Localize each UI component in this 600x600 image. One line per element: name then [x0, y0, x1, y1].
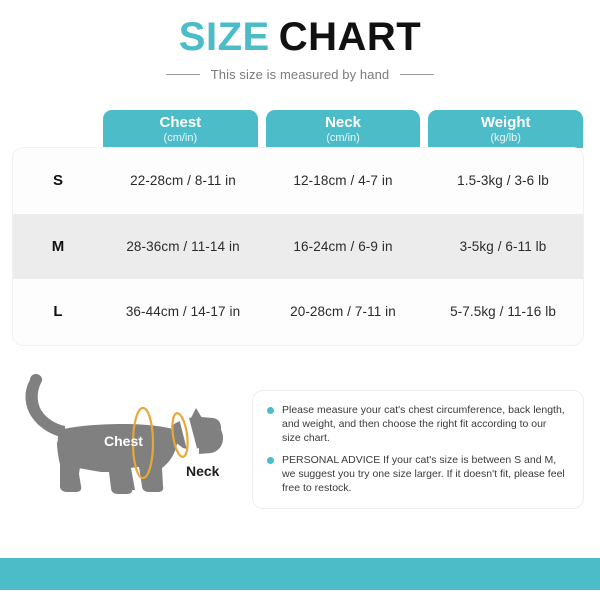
- bullet-dot-icon: [267, 457, 274, 464]
- subtitle-row: This size is measured by hand: [0, 67, 600, 82]
- row-weight-value: 3-5kg / 6-11 lb: [459, 238, 547, 254]
- row-weight-value: 1.5-3kg / 3-6 lb: [457, 173, 549, 189]
- column-header-neck-title: Neck: [325, 114, 361, 131]
- table-row: S 22-28cm / 8-11 in 12-18cm / 4-7 in 1.5…: [13, 148, 583, 214]
- page-header: SIZE CHART This size is measured by hand: [0, 14, 600, 82]
- dash-left-icon: [165, 74, 200, 75]
- note-item: Please measure your cat's chest circumfe…: [267, 403, 567, 445]
- row-chest-value: 36-44cm / 14-17 in: [125, 304, 241, 320]
- page-title: SIZE CHART: [0, 14, 600, 60]
- bottom-accent-bar: [0, 558, 600, 590]
- page-subtitle: This size is measured by hand: [210, 67, 390, 82]
- column-header-neck: Neck (cm/in): [265, 110, 421, 148]
- dash-right-icon: [400, 74, 435, 75]
- table-row: L 36-44cm / 14-17 in 20-28cm / 7-11 in 5…: [13, 279, 583, 345]
- column-header-weight-title: Weight: [480, 114, 531, 131]
- column-header-weight: Weight (kg/lb): [428, 110, 584, 148]
- note-text: PERSONAL ADVICE If your cat's size is be…: [282, 454, 565, 494]
- column-header-chest: Chest (cm/in): [103, 110, 258, 148]
- chest-measure-label: Chest: [104, 433, 143, 449]
- row-size-label: L: [53, 303, 63, 321]
- row-neck-value: 20-28cm / 7-11 in: [290, 304, 396, 320]
- note-item: PERSONAL ADVICE If your cat's size is be…: [267, 453, 567, 495]
- header-size-spacer: [13, 110, 103, 148]
- notes-panel: Please measure your cat's chest circumfe…: [253, 391, 583, 508]
- note-text: Please measure your cat's chest circumfe…: [282, 404, 565, 444]
- row-neck-value: 16-24cm / 6-9 in: [293, 238, 393, 254]
- row-size-label: M: [51, 237, 65, 255]
- row-chest-value: 28-36cm / 11-14 in: [126, 238, 240, 254]
- row-chest-value: 22-28cm / 8-11 in: [130, 173, 236, 189]
- row-weight-value: 5-7.5kg / 11-16 lb: [450, 304, 556, 320]
- table-header-tabs: Chest (cm/in) Neck (cm/in) Weight (kg/lb…: [13, 110, 584, 148]
- neck-measure-label: Neck: [186, 463, 220, 479]
- cat-illustration: Chest Neck: [13, 368, 245, 518]
- size-table: S 22-28cm / 8-11 in 12-18cm / 4-7 in 1.5…: [13, 148, 583, 345]
- row-neck-value: 12-18cm / 4-7 in: [293, 173, 393, 189]
- row-size-label: S: [52, 172, 64, 190]
- bullet-dot-icon: [267, 407, 274, 414]
- table-row: M 28-36cm / 11-14 in 16-24cm / 6-9 in 3-…: [13, 213, 583, 280]
- column-header-neck-unit: (cm/in): [326, 132, 360, 144]
- column-header-chest-unit: (cm/in): [163, 132, 198, 144]
- title-size-word: SIZE: [178, 15, 270, 59]
- column-header-chest-title: Chest: [159, 114, 202, 131]
- title-chart-word: CHART: [278, 15, 422, 59]
- column-header-weight-unit: (kg/lb): [490, 132, 521, 144]
